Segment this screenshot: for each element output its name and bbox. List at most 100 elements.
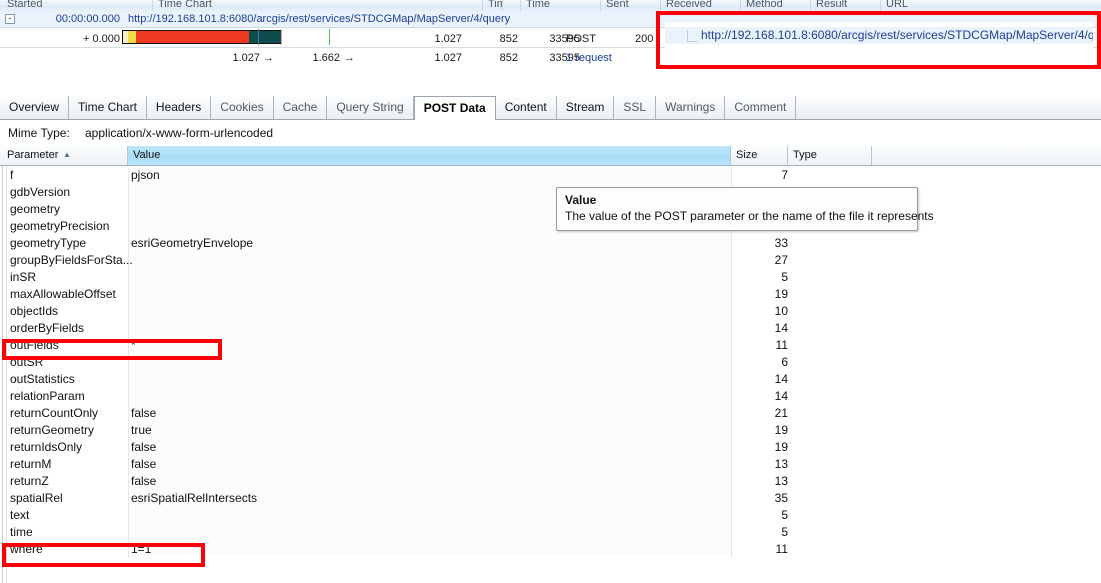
- table-row[interactable]: maxAllowableOffset19: [0, 286, 1101, 303]
- column-header-time-chart-label: Time Chart: [158, 0, 212, 10]
- summary-request-count: 1 request: [566, 49, 656, 68]
- mime-type-value: application/x-www-form-urlencoded: [85, 121, 273, 145]
- tab-comment: Comment: [725, 96, 796, 119]
- column-header-time[interactable]: Time: [520, 0, 600, 11]
- post-data-table: Parameter ▲ Value Size Type fpjson7gdbVe…: [0, 146, 1101, 583]
- table-row[interactable]: returnGeometrytrue19: [0, 422, 1101, 439]
- tooltip-body: The value of the POST parameter or the n…: [565, 209, 909, 223]
- table-row[interactable]: groupByFieldsForSta...27: [0, 252, 1101, 269]
- table-row[interactable]: inSR5: [0, 269, 1101, 286]
- tab-query-string: Query String: [327, 96, 413, 119]
- waterfall-tick-red: [281, 29, 282, 45]
- cell-size: 14: [700, 371, 788, 388]
- param-column-header-type[interactable]: Type: [788, 146, 872, 165]
- tab-time-chart[interactable]: Time Chart: [69, 96, 147, 119]
- table-row[interactable]: outFields*11: [0, 337, 1101, 354]
- column-header-started[interactable]: Started: [2, 0, 152, 11]
- column-header-time-chart[interactable]: Time Chart: [152, 0, 482, 11]
- column-header-blank[interactable]: [502, 0, 520, 11]
- param-column-header-type-label: Type: [793, 149, 817, 161]
- table-row[interactable]: orderByFields14: [0, 320, 1101, 337]
- table-row[interactable]: gdbVersion: [0, 184, 1101, 201]
- tab-post-data[interactable]: POST Data: [414, 96, 496, 120]
- table-row[interactable]: returnCountOnlyfalse21: [0, 405, 1101, 422]
- tab-ssl: SSL: [614, 96, 656, 119]
- table-row[interactable]: returnMfalse13: [0, 456, 1101, 473]
- cell-parameter: outStatistics: [10, 371, 75, 388]
- detail-tabs[interactable]: OverviewTime ChartHeadersCookiesCacheQue…: [0, 96, 1101, 120]
- column-header-url[interactable]: URL: [880, 0, 1101, 11]
- cell-size: 21: [700, 405, 788, 422]
- cell-parameter: returnM: [10, 456, 51, 473]
- waterfall-segment-response: [249, 31, 281, 43]
- table-row[interactable]: fpjson7: [0, 167, 1101, 184]
- cell-parameter: outSR: [10, 354, 43, 371]
- param-column-header-parameter[interactable]: Parameter ▲: [2, 146, 128, 165]
- post-data-table-header: Parameter ▲ Value Size Type: [0, 146, 1101, 166]
- cell-size: 19: [700, 286, 788, 303]
- table-row[interactable]: geometryTypeesriGeometryEnvelope33: [0, 235, 1101, 252]
- table-row[interactable]: geometryPrecision18: [0, 218, 1101, 235]
- column-header-received[interactable]: Received: [660, 0, 740, 11]
- waterfall-tick-blue: [258, 29, 259, 45]
- value-cell-band: [128, 354, 732, 371]
- url-highlight-expander-icon: [687, 30, 697, 42]
- table-row[interactable]: geometry: [0, 201, 1101, 218]
- table-row[interactable]: time5: [0, 524, 1101, 541]
- cell-size: 13: [700, 456, 788, 473]
- table-row[interactable]: objectIds10: [0, 303, 1101, 320]
- table-row[interactable]: text5: [0, 507, 1101, 524]
- cell-size: 5: [700, 524, 788, 541]
- column-header-result[interactable]: Result: [810, 0, 880, 11]
- column-header-time-mini[interactable]: Time: [482, 0, 502, 11]
- sort-ascending-icon: ▲: [63, 146, 71, 164]
- column-header-method-label: Method: [746, 0, 783, 10]
- waterfall-tick-green: [329, 29, 330, 45]
- value-cell-band: [128, 507, 732, 524]
- tab-stream[interactable]: Stream: [557, 96, 615, 119]
- value-cell-band: [128, 167, 732, 184]
- session-child-offset: + 0.000: [20, 30, 120, 49]
- session-method-value: POST: [566, 30, 626, 49]
- value-cell-band: [128, 439, 732, 456]
- value-cell-band: [128, 286, 732, 303]
- value-cell-band: [128, 541, 732, 558]
- cell-size: 14: [700, 388, 788, 405]
- value-cell-band: [128, 337, 732, 354]
- table-row[interactable]: returnZfalse13: [0, 473, 1101, 490]
- cell-value: true: [131, 422, 152, 439]
- session-started-time: 00:00:00.000: [20, 12, 120, 27]
- param-column-header-spacer[interactable]: [872, 146, 1101, 165]
- tab-warnings: Warnings: [656, 96, 725, 119]
- cell-size: 19: [700, 439, 788, 456]
- column-header-url-label: URL: [886, 0, 908, 10]
- url-highlight-row-blank: [665, 44, 1093, 56]
- expander-toggle-icon[interactable]: -: [5, 14, 15, 24]
- column-header-time-label: Time: [526, 0, 550, 10]
- summary-time-value: 1.027: [410, 49, 462, 68]
- tab-overview[interactable]: Overview: [0, 96, 69, 119]
- table-row[interactable]: spatialRelesriSpatialRelIntersects35: [0, 490, 1101, 507]
- table-row[interactable]: outStatistics 14: [0, 371, 1101, 388]
- summary-arrow-a-icon: →: [263, 49, 274, 68]
- table-row[interactable]: outSR6: [0, 354, 1101, 371]
- table-row[interactable]: relationParam14: [0, 388, 1101, 405]
- cell-parameter: outFields: [10, 337, 59, 354]
- table-row[interactable]: returnIdsOnlyfalse19: [0, 439, 1101, 456]
- cell-parameter: objectIds: [10, 303, 58, 320]
- column-header-time-mini-label: Time: [488, 0, 502, 10]
- column-header-method[interactable]: Method: [740, 0, 810, 11]
- cell-value: false: [131, 473, 156, 490]
- param-column-header-size-label: Size: [736, 149, 757, 161]
- column-header-received-label: Received: [666, 0, 712, 10]
- param-column-header-value[interactable]: Value: [128, 146, 731, 165]
- waterfall-segment-connect: [128, 31, 136, 43]
- column-header-sent[interactable]: Sent: [600, 0, 660, 11]
- tab-headers[interactable]: Headers: [147, 96, 211, 119]
- cell-parameter: where: [10, 541, 43, 558]
- tab-content[interactable]: Content: [496, 96, 557, 119]
- table-row[interactable]: where1=111: [0, 541, 1101, 558]
- param-column-header-size[interactable]: Size: [731, 146, 788, 165]
- cell-value: esriSpatialRelIntersects: [131, 490, 257, 507]
- cell-value: *: [131, 337, 136, 354]
